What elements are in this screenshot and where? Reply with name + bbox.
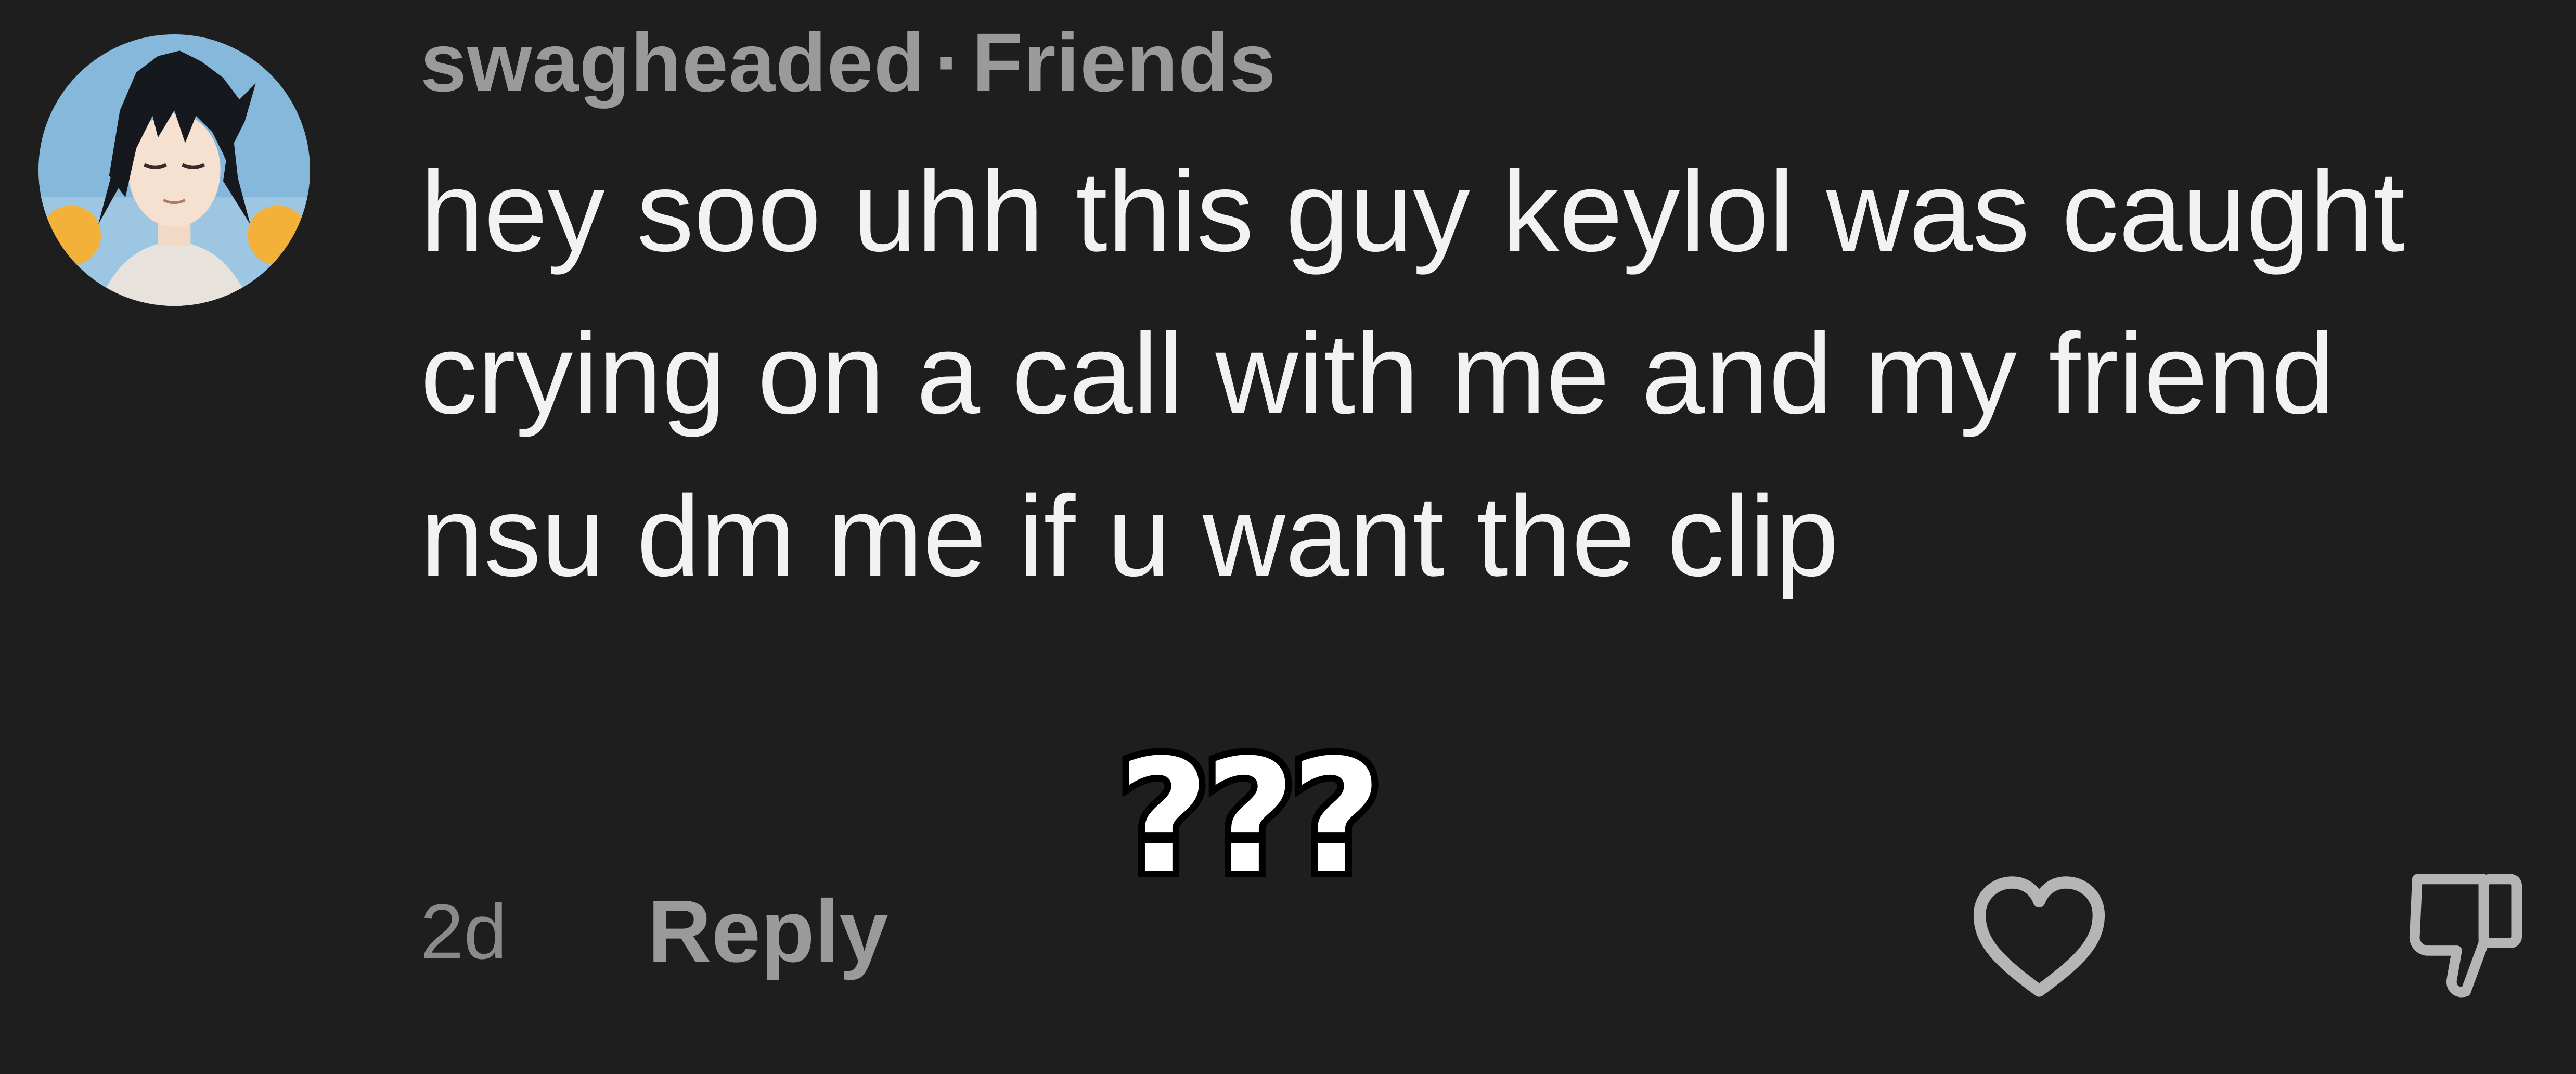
like-button[interactable] — [1972, 874, 2107, 999]
separator: · — [934, 16, 963, 109]
thumbs-down-icon — [2409, 874, 2522, 998]
question-marks-sticker: ??? — [1112, 726, 1388, 907]
timestamp: 2d — [420, 887, 507, 975]
comment-footer: 2d Reply — [420, 882, 888, 981]
reply-button[interactable]: Reply — [648, 880, 888, 982]
heart-icon — [1973, 876, 2105, 997]
comment-header: swagheaded · Friends — [420, 10, 1276, 114]
relationship-label: Friends — [972, 16, 1277, 109]
comment-body: hey soo uhh this guy keylol was caught c… — [420, 147, 2405, 600]
username[interactable]: swagheaded — [420, 15, 925, 110]
anime-avatar-icon — [38, 34, 310, 306]
dislike-button[interactable] — [2403, 864, 2533, 1004]
avatar[interactable] — [38, 34, 310, 306]
